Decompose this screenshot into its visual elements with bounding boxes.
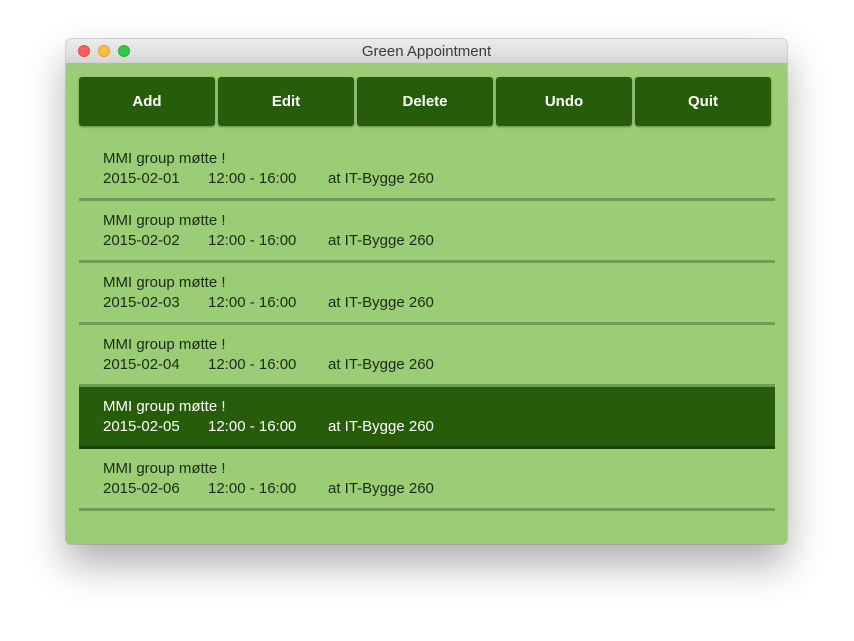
appointment-place: at IT-Bygge 260 [328, 356, 434, 373]
appointment-row[interactable]: MMI group møtte ! 2015-02-02 12:00 - 16:… [79, 201, 775, 263]
appointment-subject: MMI group møtte ! [103, 212, 226, 229]
appointment-place: at IT-Bygge 260 [328, 170, 434, 187]
app-window: Green Appointment Add Edit Delete Undo Q… [66, 39, 787, 544]
appointment-place: at IT-Bygge 260 [328, 480, 434, 497]
appointment-subject: MMI group møtte ! [103, 274, 226, 291]
appointment-time: 12:00 - 16:00 [208, 356, 297, 373]
appointment-subject: MMI group møtte ! [103, 398, 226, 415]
appointment-subject: MMI group møtte ! [103, 460, 226, 477]
appointment-date: 2015-02-06 [103, 480, 180, 497]
appointment-date: 2015-02-05 [103, 418, 180, 435]
delete-button[interactable]: Delete [357, 77, 493, 126]
appointment-time: 12:00 - 16:00 [208, 418, 297, 435]
appointment-time: 12:00 - 16:00 [208, 480, 297, 497]
appointment-time: 12:00 - 16:00 [208, 232, 297, 249]
appointment-date: 2015-02-03 [103, 294, 180, 311]
appointment-place: at IT-Bygge 260 [328, 232, 434, 249]
main-content: Add Edit Delete Undo Quit MMI group møtt… [66, 64, 787, 544]
appointment-row[interactable]: MMI group møtte ! 2015-02-04 12:00 - 16:… [79, 325, 775, 387]
appointment-row[interactable]: MMI group møtte ! 2015-02-06 12:00 - 16:… [79, 449, 775, 511]
appointment-subject: MMI group møtte ! [103, 150, 226, 167]
appointment-row-selected[interactable]: MMI group møtte ! 2015-02-05 12:00 - 16:… [79, 387, 775, 449]
appointment-subject: MMI group møtte ! [103, 336, 226, 353]
toolbar: Add Edit Delete Undo Quit [79, 77, 774, 126]
quit-button[interactable]: Quit [635, 77, 771, 126]
appointment-row[interactable]: MMI group møtte ! 2015-02-01 12:00 - 16:… [79, 139, 775, 201]
appointment-place: at IT-Bygge 260 [328, 418, 434, 435]
title-bar[interactable]: Green Appointment [66, 39, 787, 64]
appointment-place: at IT-Bygge 260 [328, 294, 434, 311]
appointment-date: 2015-02-02 [103, 232, 180, 249]
undo-button[interactable]: Undo [496, 77, 632, 126]
add-button[interactable]: Add [79, 77, 215, 126]
appointment-date: 2015-02-01 [103, 170, 180, 187]
appointment-time: 12:00 - 16:00 [208, 170, 297, 187]
appointment-time: 12:00 - 16:00 [208, 294, 297, 311]
appointment-date: 2015-02-04 [103, 356, 180, 373]
edit-button[interactable]: Edit [218, 77, 354, 126]
appointment-row[interactable]: MMI group møtte ! 2015-02-03 12:00 - 16:… [79, 263, 775, 325]
window-title: Green Appointment [361, 43, 492, 60]
